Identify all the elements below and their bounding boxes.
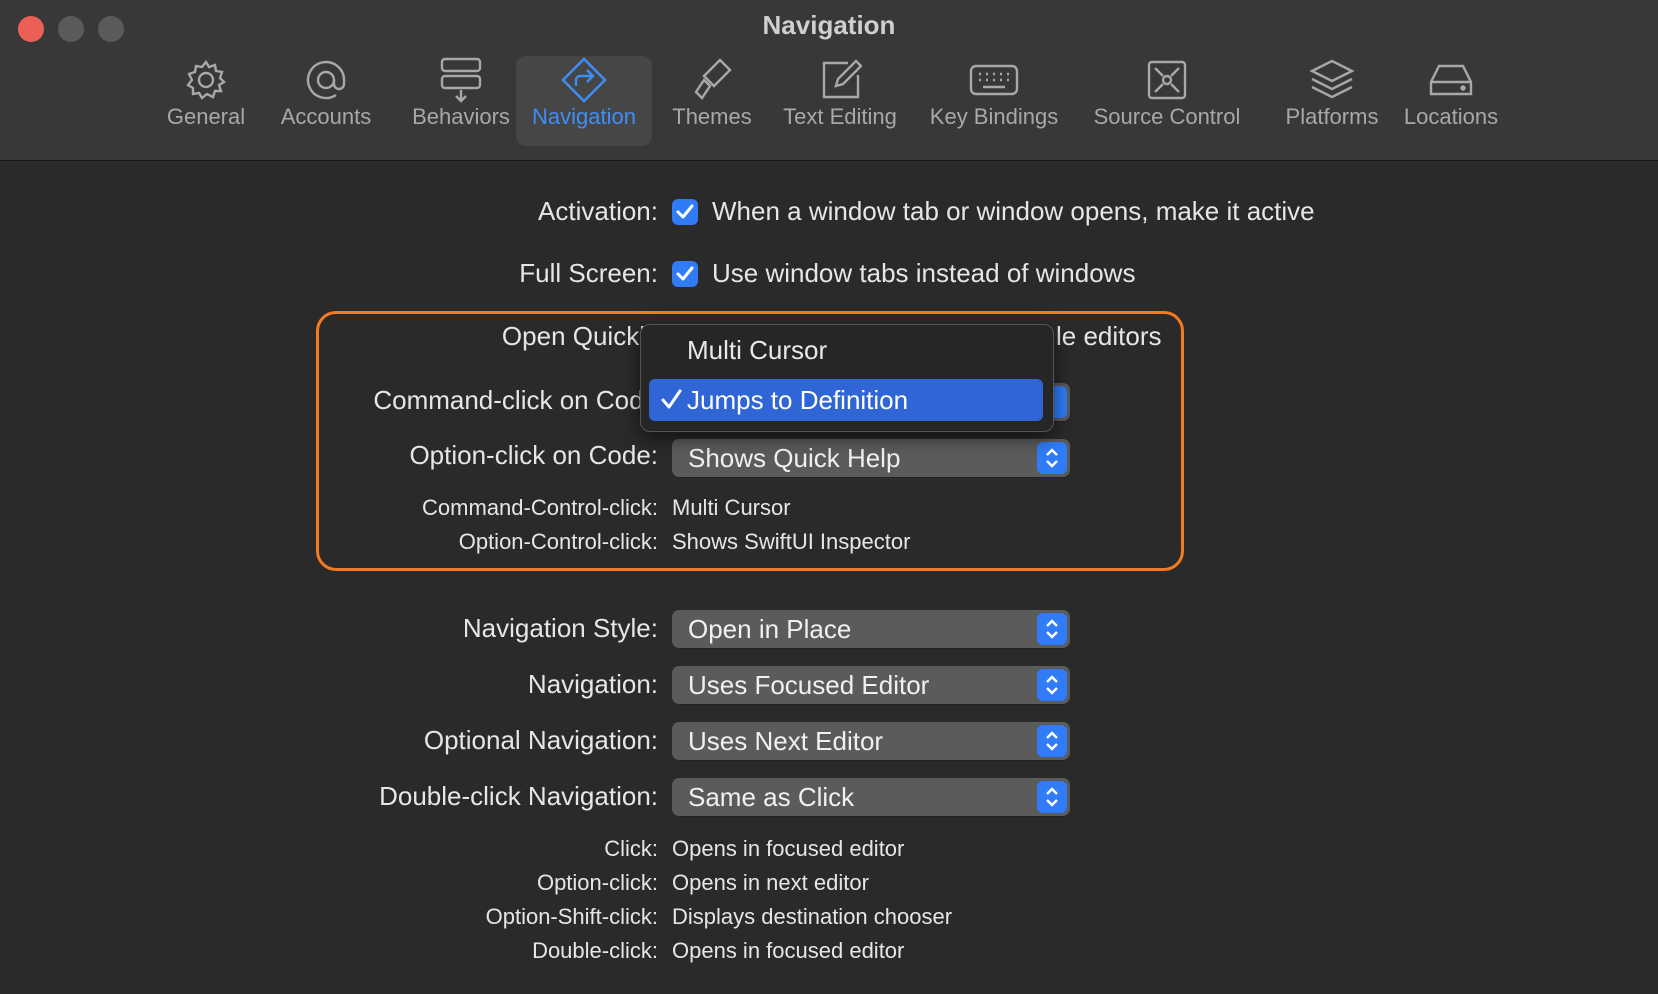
tab-general[interactable]: General xyxy=(156,56,256,146)
tab-label: Navigation xyxy=(532,104,636,129)
summary-label: Option-click: xyxy=(536,870,658,895)
double-click-navigation-label: Double-click Navigation: xyxy=(379,781,658,811)
full-screen-label: Full Screen: xyxy=(519,258,658,288)
tab-locations[interactable]: Locations xyxy=(1396,56,1506,146)
command-control-click-label: Command-Control-click: xyxy=(422,495,658,520)
tab-label: General xyxy=(166,104,246,129)
navigation-popup[interactable]: Uses Focused Editor xyxy=(672,666,1070,704)
tab-label: Accounts xyxy=(280,104,372,129)
summary-value: Opens in focused editor xyxy=(672,836,905,861)
tab-label: Platforms xyxy=(1285,104,1379,129)
option-control-click-label: Option-Control-click: xyxy=(458,529,658,554)
summary-value: Displays destination chooser xyxy=(672,904,953,929)
stepper-icon xyxy=(1037,613,1067,645)
tab-label: Themes xyxy=(672,104,752,129)
tab-key-bindings[interactable]: Key Bindings xyxy=(924,56,1064,146)
tab-label: Text Editing xyxy=(783,104,897,129)
stepper-icon xyxy=(1037,669,1067,701)
activation-text: When a window tab or window opens, make … xyxy=(712,196,1315,226)
popup-value: Shows Quick Help xyxy=(688,443,901,473)
navigation-style-label: Navigation Style: xyxy=(462,613,658,643)
pencil-square-icon xyxy=(818,56,862,104)
brush-icon xyxy=(690,56,734,104)
drive-icon xyxy=(1427,56,1475,104)
stepper-icon xyxy=(1037,442,1067,474)
tab-themes[interactable]: Themes xyxy=(664,56,760,146)
tab-accounts[interactable]: Accounts xyxy=(270,56,382,146)
full-screen-checkbox[interactable] xyxy=(672,261,698,287)
summary-label: Option-Shift-click: xyxy=(485,904,658,929)
double-click-navigation-popup[interactable]: Same as Click xyxy=(672,778,1070,816)
activation-label: Activation: xyxy=(538,196,658,226)
optional-navigation-popup[interactable]: Uses Next Editor xyxy=(672,722,1070,760)
source-control-icon xyxy=(1145,56,1189,104)
open-quickly-text: le editors xyxy=(1056,321,1162,351)
stepper-icon xyxy=(1037,781,1067,813)
popup-value: Uses Focused Editor xyxy=(688,670,930,700)
layers-icon xyxy=(1308,56,1356,104)
tab-text-editing[interactable]: Text Editing xyxy=(776,56,904,146)
at-sign-icon xyxy=(304,56,348,104)
navigation-style-popup[interactable]: Open in Place xyxy=(672,610,1070,648)
full-screen-text: Use window tabs instead of windows xyxy=(712,258,1136,288)
optional-navigation-label: Optional Navigation: xyxy=(423,725,658,755)
menu-item-label: Jumps to Definition xyxy=(687,385,909,415)
option-control-click-value: Shows SwiftUI Inspector xyxy=(672,529,911,554)
navigation-label: Navigation: xyxy=(527,669,658,699)
popup-value: Uses Next Editor xyxy=(688,726,884,756)
option-click-label: Option-click on Code: xyxy=(409,440,658,470)
menu-item-multi-cursor[interactable]: Multi Cursor xyxy=(649,329,1043,371)
popup-value: Same as Click xyxy=(688,782,855,812)
summary-label: Click: xyxy=(604,836,658,861)
tab-label: Locations xyxy=(1403,104,1499,129)
command-click-label: Command-click on Code xyxy=(373,385,658,415)
window-title: Navigation xyxy=(762,10,896,40)
checkmark-icon xyxy=(676,204,694,219)
navigation-arrow-icon xyxy=(560,56,608,104)
tab-source-control[interactable]: Source Control xyxy=(1086,56,1248,146)
command-control-click-value: Multi Cursor xyxy=(672,495,791,520)
gear-icon xyxy=(184,56,228,104)
menu-item-label: Multi Cursor xyxy=(687,335,828,365)
tab-platforms[interactable]: Platforms xyxy=(1266,56,1398,146)
tab-label: Behaviors xyxy=(412,104,510,129)
open-quickly-label: Open Quickly xyxy=(501,321,658,351)
checkmark-icon xyxy=(676,266,694,281)
titlebar: Navigation General Accounts Behaviors Na… xyxy=(0,0,1658,161)
summary-label: Double-click: xyxy=(532,938,658,963)
option-click-popup[interactable]: Shows Quick Help xyxy=(672,439,1070,477)
keyboard-icon xyxy=(968,56,1020,104)
activation-checkbox[interactable] xyxy=(672,199,698,225)
summary-value: Opens in focused editor xyxy=(672,938,905,963)
checkmark-icon xyxy=(659,385,683,420)
tab-label: Source Control xyxy=(1093,104,1241,129)
tab-label: Key Bindings xyxy=(929,104,1059,129)
tab-behaviors[interactable]: Behaviors xyxy=(396,56,526,146)
tab-navigation[interactable]: Navigation xyxy=(516,56,652,146)
summary-value: Opens in next editor xyxy=(672,870,869,895)
preferences-window: Navigation General Accounts Behaviors Na… xyxy=(0,0,1658,994)
stepper-icon xyxy=(1037,725,1067,757)
command-click-dropdown-menu: Multi Cursor Jumps to Definition xyxy=(640,324,1054,432)
menu-item-jumps-to-definition[interactable]: Jumps to Definition xyxy=(649,379,1043,421)
behaviors-icon xyxy=(439,56,483,104)
popup-value: Open in Place xyxy=(688,614,852,644)
